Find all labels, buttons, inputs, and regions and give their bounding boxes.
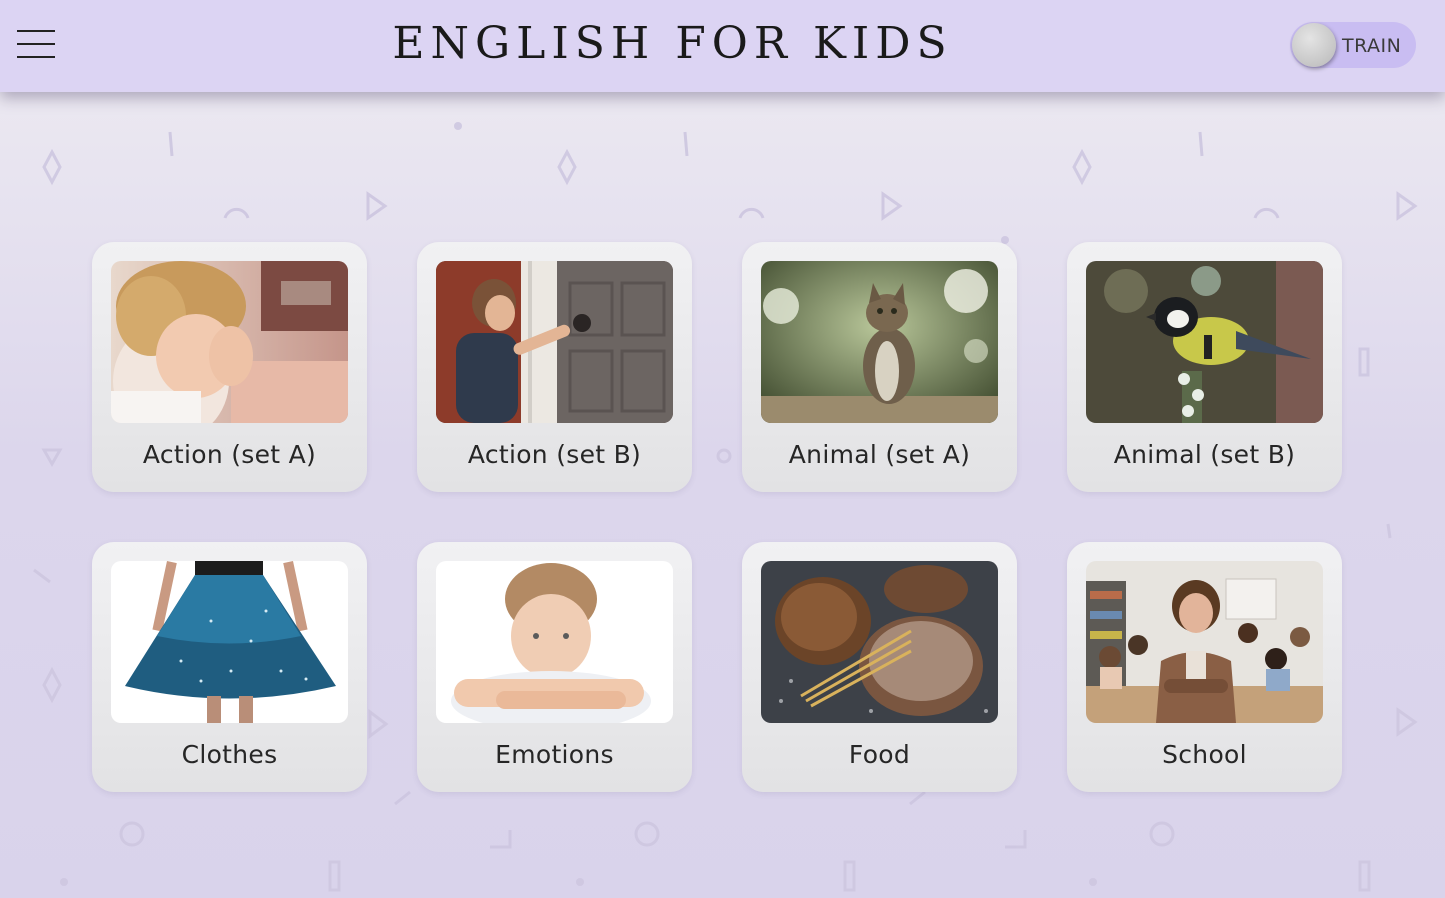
category-label: Food bbox=[848, 740, 911, 769]
category-label: Animal (set A) bbox=[788, 440, 971, 469]
train-play-toggle[interactable]: TRAIN bbox=[1290, 22, 1416, 68]
toggle-label: TRAIN bbox=[1342, 35, 1402, 57]
toggle-knob[interactable] bbox=[1292, 23, 1336, 67]
cat-photo bbox=[761, 261, 998, 423]
category-card-food[interactable]: Food bbox=[742, 542, 1017, 792]
category-grid: Action (set A) Action (set B) Animal (se… bbox=[92, 242, 1342, 792]
category-label: Action (set B) bbox=[467, 440, 642, 469]
tit-bird-photo bbox=[1086, 261, 1323, 423]
category-label: Clothes bbox=[181, 740, 278, 769]
category-label: School bbox=[1162, 740, 1247, 769]
teacher-classroom-photo bbox=[1086, 561, 1323, 723]
category-card-emotions[interactable]: Emotions bbox=[417, 542, 692, 792]
blue-skirt-photo bbox=[111, 561, 348, 723]
category-label: Action (set A) bbox=[142, 440, 317, 469]
app-header: ENGLISH FOR KIDS TRAIN bbox=[0, 0, 1445, 92]
category-card-animal-a[interactable]: Animal (set A) bbox=[742, 242, 1017, 492]
sad-boy-photo bbox=[436, 561, 673, 723]
bread-loaves-photo bbox=[761, 561, 998, 723]
category-label: Emotions bbox=[495, 740, 614, 769]
category-card-animal-b[interactable]: Animal (set B) bbox=[1067, 242, 1342, 492]
category-card-school[interactable]: School bbox=[1067, 542, 1342, 792]
crying-child-photo bbox=[111, 261, 348, 423]
category-card-clothes[interactable]: Clothes bbox=[92, 542, 367, 792]
page-title: ENGLISH FOR KIDS bbox=[392, 18, 953, 69]
category-card-action-b[interactable]: Action (set B) bbox=[417, 242, 692, 492]
category-card-action-a[interactable]: Action (set A) bbox=[92, 242, 367, 492]
category-label: Animal (set B) bbox=[1113, 440, 1296, 469]
boy-opening-door-photo bbox=[436, 261, 673, 423]
